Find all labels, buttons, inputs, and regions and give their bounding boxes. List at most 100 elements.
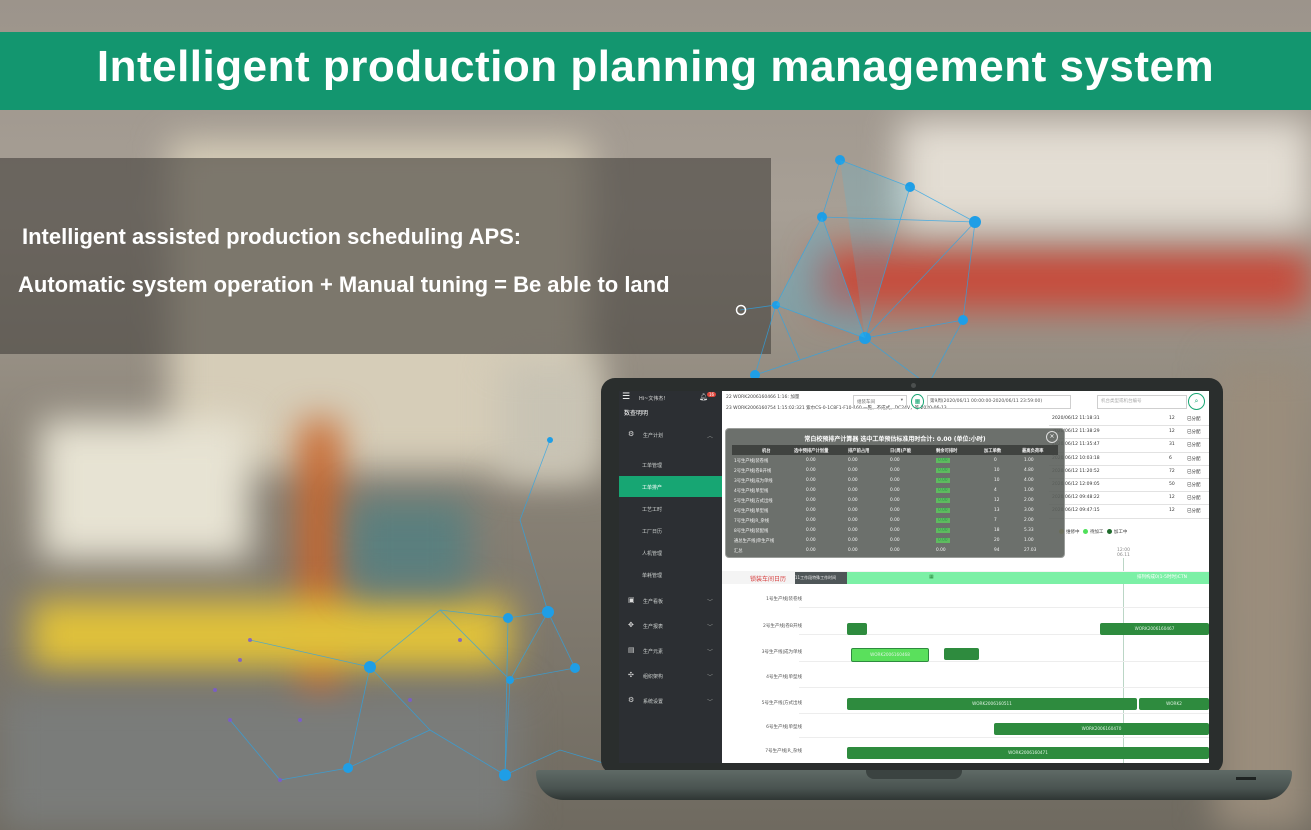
dialog-table-row[interactable]: 2号生产线|卷B开线 0.00 0.00 0.00 0.00 10 4.80 <box>732 465 1058 475</box>
dialog-table-cell: 0.00 <box>848 467 858 473</box>
sidebar-item-plan[interactable]: ⚙ 生产计划 ︿ <box>619 425 722 445</box>
dialog-table-cell: 0.00 <box>806 467 816 473</box>
dialog-table-row[interactable]: 3号生产线|成为单线 0.00 0.00 0.00 0.00 10 4.00 <box>732 475 1058 485</box>
chevron-up-icon: ︿ <box>707 433 714 440</box>
gantt-row-label: 4号生产线|单型线 <box>766 675 802 680</box>
menu-collapse-icon[interactable]: ☰ <box>622 392 630 402</box>
dialog-table-cell: 0.00 <box>890 517 900 523</box>
dialog-table-row[interactable]: 7号生产线|R_杂线 0.00 0.00 0.00 0.00 7 2.00 <box>732 515 1058 525</box>
sidebar-item-element[interactable]: ▤ 生产元素 ﹀ <box>619 641 722 661</box>
column-header: 日(周)产能 <box>890 448 912 454</box>
chevron-down-icon: ﹀ <box>707 599 714 606</box>
gantt-bar[interactable]: WORK2006160471 <box>847 747 1209 759</box>
legend-dot-processing <box>1106 529 1112 534</box>
order-row-22[interactable]: 22 WORK2006160466 1:16: 加量 <box>726 394 799 400</box>
workshop-select-value: 组装车间 <box>857 400 875 405</box>
dialog-table-row[interactable]: 汇总 0.00 0.00 0.00 0.00 94 27.03 <box>732 545 1058 555</box>
gantt-bar[interactable]: WORK2006160467 <box>1100 623 1209 635</box>
close-icon[interactable]: × <box>1046 431 1058 443</box>
dialog-table-cell: 4.80 <box>1024 467 1034 473</box>
table-row[interactable]: 2020/06/12 11:35:47 31 已分配 <box>1049 439 1209 453</box>
gantt-bar[interactable]: WORK2 <box>1139 698 1209 710</box>
sidebar-subitem-order[interactable]: 工单管理 <box>619 454 722 475</box>
sidebar-item-settings[interactable]: ⚙ 系统设置 ﹀ <box>619 691 722 711</box>
dialog-table-cell: 0.00 <box>890 457 900 463</box>
dialog-table-cell: 0.00 <box>848 457 858 463</box>
dialog-table-cell: 3号生产线|成为单线 <box>734 478 773 484</box>
column-header: 排产前占用 <box>848 448 870 454</box>
sidebar-item-report[interactable]: ✥ 生产报表 ﹀ <box>619 616 722 636</box>
table-cell-status: 已分配 <box>1187 443 1201 449</box>
gantt-bar[interactable] <box>847 623 867 635</box>
gantt-bar[interactable]: WORK2006160470 <box>994 723 1209 735</box>
dialog-table-cell: 2.00 <box>1024 497 1034 503</box>
table-row[interactable]: 2020/06/12 11:20:52 72 已分配 <box>1049 466 1209 479</box>
gantt-bar[interactable] <box>944 648 979 660</box>
caption-line-2: Automatic system operation + Manual tuni… <box>18 272 670 297</box>
date-range-field[interactable]: 第9周(2020/06/11 00:00:00-2020/06/11 23:59… <box>927 395 1071 409</box>
gantt-header-range[interactable]: 排列构成0(1-5时时)CTN <box>847 572 1209 584</box>
user-name[interactable]: 数查明明 <box>624 408 648 417</box>
dialog-table-cell: 通总生产线|单生产线 <box>734 538 775 544</box>
dialog-table-cell: 0.00 <box>848 547 858 553</box>
laptop-indicator <box>1236 777 1256 780</box>
dialog-table-row[interactable]: 8号生产线|装配线 0.00 0.00 0.00 0.00 18 5.33 <box>732 525 1058 535</box>
table-row[interactable]: 2020/06/12 12:09:05 50 已分配 <box>1049 479 1209 493</box>
sidebar-item-board[interactable]: ▣ 生产看板 ﹀ <box>619 591 722 611</box>
chevron-down-icon: ﹀ <box>707 649 714 656</box>
dialog-table-row[interactable]: 6号生产线|单型线 0.00 0.00 0.00 0.00 13 3.00 <box>732 505 1058 515</box>
sidebar-subitem-calendar[interactable]: 工厂日历 <box>619 520 722 541</box>
sidebar-subitem-man-machine[interactable]: 人机管理 <box>619 542 722 563</box>
gantt-header-special[interactable]: 11工作段特殊工作时间 <box>795 572 847 584</box>
table-cell-qty: 31 <box>1169 442 1175 448</box>
dialog-table-cell: 12 <box>994 497 1000 503</box>
chevron-down-icon: ▾ <box>900 398 903 403</box>
column-header: 选中预排产计划量 <box>794 448 829 454</box>
dialog-table-row[interactable]: 4号生产线|单型线 0.00 0.00 0.00 0.00 4 1.00 <box>732 485 1058 495</box>
gantt-row-divider <box>799 737 1209 738</box>
dialog-table-cell: 0.00 <box>890 487 900 493</box>
dialog-table-cell: 0.00 <box>848 507 858 513</box>
status-legend: 维修中 待加工 加工中 <box>1057 529 1127 535</box>
table-cell-status: 已分配 <box>1187 430 1201 436</box>
dialog-table-cell: 0.00 <box>936 537 950 543</box>
calendar-icon[interactable]: ▦ <box>911 394 924 409</box>
settings-icon: ⚙ <box>628 696 635 704</box>
table-row[interactable]: 2020/06/12 11:18:31 12 已分配 <box>1049 413 1209 427</box>
table-cell-qty: 12 <box>1169 495 1175 501</box>
sidebar-item-org[interactable]: ✣ 组织架构 ﹀ <box>619 666 722 686</box>
table-row[interactable]: 2020/06/12 09:47:15 12 已分配 <box>1049 505 1209 519</box>
dialog-table-cell: 0.00 <box>936 467 950 473</box>
sidebar-subitem-scheduling[interactable]: 工单排产 <box>619 476 722 497</box>
gantt-bar[interactable]: WORK2006160511 <box>847 698 1137 710</box>
dialog-table-row[interactable]: 5号生产线|方式出线 0.00 0.00 0.00 0.00 12 2.00 <box>732 495 1058 505</box>
dialog-table-row[interactable]: 1号生产线|装卷线 0.00 0.00 0.00 0.00 0 1.00 <box>732 455 1058 465</box>
dialog-table-cell: 94 <box>994 547 1000 553</box>
table-cell-status: 已分配 <box>1187 509 1201 515</box>
sidebar-subitem-process-hours[interactable]: 工艺工时 <box>619 498 722 519</box>
order-table: 2020/06/12 11:18:31 12 已分配 2020/06/12 11:3… <box>1049 413 1209 519</box>
sidebar-subitem-label: 人机管理 <box>642 551 663 557</box>
sidebar-subitem-label: 工厂日历 <box>642 529 663 535</box>
gantt-title[interactable]: 锁装车间日历 <box>750 574 786 583</box>
calendar-icon[interactable]: ▦ <box>929 574 934 580</box>
table-row[interactable]: 2020/06/12 09:48:22 12 已分配 <box>1049 492 1209 506</box>
dialog-table-header: 机台 选中预排产计划量 排产前占用 日(周)产能 剩余可排时 加工单数 最高负荷… <box>732 445 1058 455</box>
column-header: 加工单数 <box>984 448 1002 454</box>
dialog-table-cell: 0.00 <box>848 527 858 533</box>
dialog-table-cell: 0.00 <box>848 497 858 503</box>
gantt-row-label: 7号生产线|R_杂线 <box>765 749 802 754</box>
board-icon: ▣ <box>628 596 635 604</box>
laptop-notch <box>866 770 962 779</box>
table-row[interactable]: 2020/06/12 11:38:29 12 已分配 <box>1049 426 1209 440</box>
search-input[interactable]: 机台类型或机台编号 <box>1097 395 1187 409</box>
search-icon[interactable]: ⌕ <box>1188 393 1205 410</box>
sidebar-subitem-consumption[interactable]: 单耗管理 <box>619 564 722 585</box>
gantt-row-label: 5号生产线|方式出线 <box>761 701 802 706</box>
dialog-table-row[interactable]: 通总生产线|单生产线 0.00 0.00 0.00 0.00 20 1.00 <box>732 535 1058 545</box>
dialog-table-cell: 13 <box>994 507 1000 513</box>
dialog-table-cell: 0.00 <box>936 477 950 483</box>
workshop-select[interactable]: 组装车间 ▾ <box>853 395 907 409</box>
table-row[interactable]: 2020/06/12 10:03:18 6 已分配 <box>1049 453 1209 466</box>
gantt-bar-selected[interactable]: WORK2006160468 <box>851 648 929 662</box>
